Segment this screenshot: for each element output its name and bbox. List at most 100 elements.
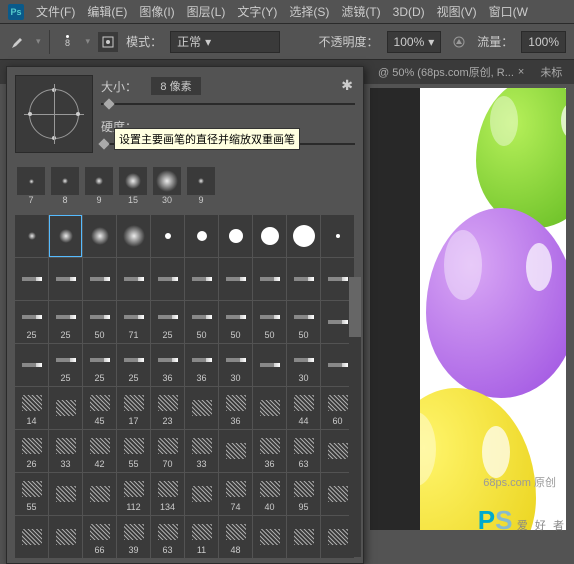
brush-thumbnail[interactable]: 36 [219, 387, 252, 429]
document-tab[interactable]: @ 50% (68ps.com原创, R... × [370, 60, 532, 84]
brush-thumbnail[interactable] [321, 215, 354, 257]
size-slider[interactable] [101, 103, 355, 105]
menu-type[interactable]: 文字(Y) [237, 3, 277, 20]
brush-thumbnail[interactable]: 25 [117, 344, 150, 386]
brush-thumbnail[interactable] [15, 215, 48, 257]
brush-thumbnail[interactable] [287, 258, 320, 300]
brush-thumbnail[interactable]: 50 [287, 301, 320, 343]
brush-thumbnail[interactable] [287, 516, 320, 558]
brush-thumbnail[interactable]: 45 [83, 387, 116, 429]
brush-thumbnail[interactable]: 25 [49, 301, 82, 343]
opacity-input[interactable]: 100% ▾ [387, 31, 442, 53]
brush-thumbnail[interactable]: 39 [117, 516, 150, 558]
brush-thumbnail[interactable] [83, 258, 116, 300]
brush-thumbnail[interactable]: 33 [49, 430, 82, 472]
brush-preset[interactable]: 7 [15, 167, 47, 207]
brush-tool-icon[interactable] [8, 32, 28, 52]
brush-thumbnail[interactable]: 30 [219, 344, 252, 386]
menu-select[interactable]: 选择(S) [289, 3, 329, 20]
brush-thumbnail[interactable]: 95 [287, 473, 320, 515]
brush-tip-preview[interactable] [15, 75, 93, 153]
brush-thumbnail[interactable] [117, 258, 150, 300]
brush-thumbnail[interactable]: 44 [287, 387, 320, 429]
brush-thumbnail[interactable]: 25 [15, 301, 48, 343]
brush-preset[interactable]: 15 [117, 167, 149, 207]
brush-thumbnail[interactable] [49, 215, 82, 257]
brush-thumbnail[interactable] [185, 258, 218, 300]
brush-thumbnail[interactable]: 70 [151, 430, 184, 472]
menu-3d[interactable]: 3D(D) [393, 5, 425, 19]
brush-thumbnail[interactable] [219, 430, 252, 472]
gear-icon[interactable]: ✱ [341, 77, 353, 94]
brush-thumbnail[interactable] [253, 215, 286, 257]
brush-thumbnail[interactable]: 74 [219, 473, 252, 515]
brush-thumbnail[interactable]: 50 [83, 301, 116, 343]
brush-thumbnail[interactable]: 55 [15, 473, 48, 515]
brush-thumbnail[interactable]: 112 [117, 473, 150, 515]
menu-window[interactable]: 窗口(W [489, 3, 528, 20]
brush-thumbnail[interactable]: 134 [151, 473, 184, 515]
brush-thumbnail[interactable]: 14 [15, 387, 48, 429]
brush-thumbnail[interactable] [49, 258, 82, 300]
brush-thumbnail[interactable]: 36 [185, 344, 218, 386]
brush-preset[interactable]: 9 [83, 167, 115, 207]
brush-thumbnail[interactable] [151, 258, 184, 300]
brush-thumbnail[interactable]: 11 [185, 516, 218, 558]
close-icon[interactable]: × [518, 66, 524, 78]
brush-thumbnail[interactable]: 17 [117, 387, 150, 429]
brush-thumbnail[interactable] [185, 215, 218, 257]
brush-thumbnail[interactable] [253, 516, 286, 558]
brush-thumbnail[interactable]: 30 [287, 344, 320, 386]
document-tab[interactable]: 未标 [532, 60, 570, 84]
brush-thumbnail[interactable]: 42 [83, 430, 116, 472]
brush-thumbnail[interactable] [15, 344, 48, 386]
brush-thumbnail[interactable] [151, 215, 184, 257]
menu-layer[interactable]: 图层(L) [187, 3, 226, 20]
brush-preset[interactable]: 30 [151, 167, 183, 207]
blend-mode-dropdown[interactable]: 正常 ▾ [170, 31, 280, 53]
menu-image[interactable]: 图像(I) [139, 3, 174, 20]
scrollbar[interactable] [349, 277, 361, 557]
brush-thumbnail[interactable] [253, 258, 286, 300]
brush-thumbnail[interactable] [185, 387, 218, 429]
scroll-thumb[interactable] [349, 277, 361, 337]
brush-thumbnail[interactable] [253, 344, 286, 386]
brush-panel-toggle-icon[interactable] [98, 32, 118, 52]
brush-thumbnail[interactable]: 36 [151, 344, 184, 386]
brush-thumbnail[interactable]: 25 [83, 344, 116, 386]
menu-file[interactable]: 文件(F) [36, 3, 75, 20]
brush-thumbnail[interactable]: 36 [253, 430, 286, 472]
brush-thumbnail[interactable]: 50 [253, 301, 286, 343]
brush-thumbnail[interactable] [83, 215, 116, 257]
brush-preset-picker[interactable]: 8 [58, 35, 78, 48]
brush-thumbnail[interactable]: 63 [287, 430, 320, 472]
brush-thumbnail[interactable] [83, 473, 116, 515]
chevron-down-icon[interactable]: ▾ [36, 36, 41, 47]
brush-thumbnail[interactable]: 23 [151, 387, 184, 429]
pressure-opacity-icon[interactable] [449, 32, 469, 52]
brush-thumbnail[interactable]: 25 [151, 301, 184, 343]
brush-thumbnail[interactable] [15, 258, 48, 300]
brush-thumbnail[interactable]: 55 [117, 430, 150, 472]
brush-preset[interactable]: 9 [185, 167, 217, 207]
brush-thumbnail[interactable]: 25 [49, 344, 82, 386]
brush-thumbnail[interactable]: 50 [219, 301, 252, 343]
size-value[interactable]: 8 像素 [151, 77, 201, 95]
brush-thumbnail[interactable]: 50 [185, 301, 218, 343]
menu-edit[interactable]: 编辑(E) [87, 3, 127, 20]
brush-thumbnail[interactable] [49, 516, 82, 558]
brush-thumbnail[interactable] [49, 473, 82, 515]
chevron-down-icon[interactable]: ▾ [86, 36, 91, 47]
brush-thumbnail[interactable]: 33 [185, 430, 218, 472]
brush-thumbnail[interactable] [219, 215, 252, 257]
brush-thumbnail[interactable] [253, 387, 286, 429]
flow-input[interactable]: 100% [521, 31, 566, 53]
brush-thumbnail[interactable]: 26 [15, 430, 48, 472]
brush-thumbnail[interactable] [15, 516, 48, 558]
brush-thumbnail[interactable] [185, 473, 218, 515]
brush-thumbnail[interactable]: 66 [83, 516, 116, 558]
brush-thumbnail[interactable] [117, 215, 150, 257]
brush-thumbnail[interactable]: 63 [151, 516, 184, 558]
canvas[interactable]: 68ps.com 原创 [420, 88, 566, 530]
brush-thumbnail[interactable] [49, 387, 82, 429]
